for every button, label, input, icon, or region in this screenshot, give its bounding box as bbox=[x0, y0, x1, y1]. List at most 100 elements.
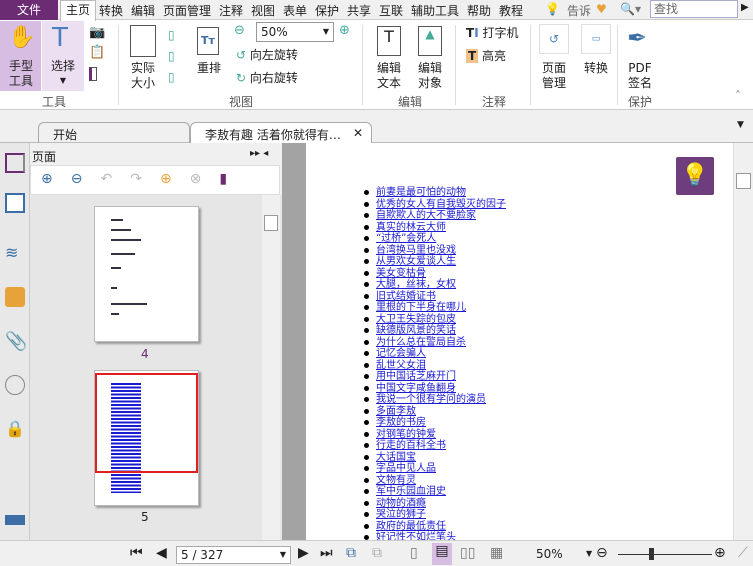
bookmark-icon[interactable] bbox=[89, 67, 97, 81]
rotate-right-button[interactable]: ↻ 向右旋转 bbox=[236, 69, 298, 86]
content-icon[interactable] bbox=[5, 515, 25, 525]
chapter-link[interactable]: 李敖的书房 bbox=[376, 417, 426, 428]
lightbulb-icon[interactable]: 💡 bbox=[545, 2, 560, 16]
zoom-slider-handle[interactable] bbox=[648, 548, 654, 560]
menu-3[interactable]: 注释 bbox=[219, 2, 243, 19]
next-page-button[interactable]: ▶ bbox=[298, 545, 309, 561]
actual-size-button[interactable]: 实际 大小 bbox=[126, 61, 160, 91]
zoom-out-button[interactable]: ⊖ bbox=[596, 545, 608, 561]
page-properties-icon[interactable]: ▮ bbox=[219, 171, 245, 187]
chapter-link[interactable]: 字品中见人品 bbox=[376, 463, 436, 474]
tab-home[interactable]: 主页 bbox=[60, 0, 96, 21]
insert-page-icon[interactable]: ⊕ bbox=[160, 171, 190, 187]
menu-2[interactable]: 页面管理 bbox=[163, 2, 211, 19]
snapshot-icon[interactable]: 📷 bbox=[89, 25, 105, 40]
chapter-link[interactable]: 从男欢女爱谈人生 bbox=[376, 256, 456, 267]
lightbulb-icon[interactable]: 💡 bbox=[676, 157, 714, 195]
collapse-ribbon-icon[interactable]: ˄ bbox=[735, 89, 741, 103]
continuous-facing-icon[interactable]: ▦ bbox=[490, 545, 503, 561]
comments-icon[interactable] bbox=[5, 287, 25, 307]
zoom-in-page-icon[interactable]: ⊕ bbox=[41, 171, 71, 187]
zoom-select[interactable]: 50% ▼ bbox=[256, 22, 334, 42]
actual-size-icon[interactable] bbox=[130, 25, 156, 57]
chapter-link[interactable]: “过桥”会死人 bbox=[376, 233, 436, 244]
last-page-button[interactable]: ⏭ bbox=[320, 545, 333, 561]
resize-grip-icon[interactable]: ⟋ bbox=[738, 545, 748, 561]
chapter-link[interactable]: 政府的最低责任 bbox=[376, 521, 446, 532]
rotate-page-left-icon[interactable]: ↶ bbox=[100, 171, 130, 187]
panel-options-icon[interactable]: ▸▸ ◂ bbox=[250, 148, 268, 159]
zoom-level[interactable]: 50% bbox=[536, 547, 563, 561]
fit-icons[interactable]: ▯ ▯ ▯ bbox=[168, 25, 175, 88]
chapter-link[interactable]: 美女变枯骨 bbox=[376, 268, 426, 279]
chapter-link[interactable]: 前妻是最可怕的动物 bbox=[376, 187, 466, 198]
delete-page-icon[interactable]: ⊗ bbox=[190, 171, 220, 187]
select-tool-button[interactable]: T 选择 ▼ bbox=[42, 21, 84, 91]
zoom-out-icon[interactable]: ⊖ bbox=[234, 23, 245, 38]
single-page-icon[interactable]: ▯ bbox=[410, 545, 418, 561]
highlight-button[interactable]: T 高亮 bbox=[466, 47, 506, 64]
chapter-link[interactable]: 用中国话芝麻开门 bbox=[376, 371, 456, 382]
tell-me[interactable]: 告诉 bbox=[567, 2, 591, 19]
document-scrollbar[interactable] bbox=[733, 143, 753, 540]
facing-page-icon[interactable]: ▯▯ bbox=[460, 545, 475, 561]
menu-1[interactable]: 编辑 bbox=[131, 2, 155, 19]
chapter-link[interactable]: 优秀的女人有自我毁灭的因子 bbox=[376, 199, 506, 210]
menu-9[interactable]: 辅助工具 bbox=[411, 2, 459, 19]
pages-icon[interactable] bbox=[5, 193, 25, 213]
zoom-dropdown-icon[interactable]: ▼ bbox=[586, 549, 592, 558]
reflow-button[interactable]: 重排 bbox=[194, 61, 224, 76]
rotate-left-button[interactable]: ↺ 向左旋转 bbox=[236, 46, 298, 63]
thumbnail-scrollbar[interactable] bbox=[262, 195, 280, 540]
page-thumbnail-selected[interactable] bbox=[94, 370, 199, 506]
clipboard-icon[interactable]: 📋 bbox=[89, 45, 105, 60]
menu-4[interactable]: 视图 bbox=[251, 2, 275, 19]
chapter-link[interactable]: 动物的酒瘾 bbox=[376, 498, 426, 509]
search-options-icon[interactable]: 🔍▾ bbox=[620, 2, 641, 16]
chapter-link[interactable]: 乱世父女泪 bbox=[376, 360, 426, 371]
chapter-link[interactable]: 行走的百科全书 bbox=[376, 440, 446, 451]
hand-tool-button[interactable]: ✋ 手型 工具 bbox=[0, 21, 41, 91]
chapter-link[interactable]: 缺德版风景的笑话 bbox=[376, 325, 456, 336]
chapter-link[interactable]: 真实的林云大师 bbox=[376, 222, 446, 233]
chapter-link[interactable]: 里根的下半身在哪儿 bbox=[376, 302, 466, 313]
chapter-link[interactable]: 哭泣的狮子 bbox=[376, 509, 426, 520]
menu-10[interactable]: 帮助 bbox=[467, 2, 491, 19]
menu-6[interactable]: 保护 bbox=[315, 2, 339, 19]
chapter-link[interactable]: 大话国宝 bbox=[376, 452, 416, 463]
attachment-icon[interactable]: 📎 bbox=[5, 331, 27, 352]
menu-0[interactable]: 转换 bbox=[99, 2, 123, 19]
heart-icon[interactable]: ♥ bbox=[596, 2, 607, 16]
tab-list-icon[interactable]: ▼ bbox=[737, 120, 744, 130]
edit-text-button[interactable]: 编辑 文本 bbox=[372, 61, 406, 91]
menu-11[interactable]: 教程 bbox=[499, 2, 523, 19]
menu-5[interactable]: 表单 bbox=[283, 2, 307, 19]
prev-page-button[interactable]: ◀ bbox=[156, 545, 167, 561]
file-menu[interactable]: 文件 bbox=[0, 0, 58, 20]
chapter-link[interactable]: 对钢笔的钟爱 bbox=[376, 429, 436, 440]
previous-view-icon[interactable]: ⧉ bbox=[346, 545, 356, 561]
search-input[interactable]: 查找 bbox=[650, 0, 738, 18]
pdf-sign-button[interactable]: PDF 签名 bbox=[622, 61, 658, 91]
zoom-in-button[interactable]: ⊕ bbox=[714, 545, 726, 561]
tab-document[interactable]: 李敖有趣 活着你就得有… ✕ bbox=[190, 122, 372, 144]
bookmarks-icon[interactable] bbox=[5, 153, 25, 173]
edit-object-button[interactable]: 编辑 对象 bbox=[410, 61, 450, 91]
chapter-link[interactable]: 为什么总在警局自杀 bbox=[376, 337, 466, 348]
chapter-link[interactable]: 我说一个很有学问的演员 bbox=[376, 394, 486, 405]
panel-divider[interactable] bbox=[282, 143, 306, 540]
zoom-in-icon[interactable]: ⊕ bbox=[339, 23, 350, 38]
continuous-page-icon[interactable]: ▤ bbox=[432, 543, 452, 565]
chapter-link[interactable]: 文物有灵 bbox=[376, 475, 416, 486]
convert-button[interactable]: 转换 bbox=[578, 61, 614, 76]
search-arrow-icon[interactable]: ▶ bbox=[741, 2, 749, 13]
next-view-icon[interactable]: ⧉ bbox=[372, 545, 382, 561]
zoom-slider[interactable] bbox=[618, 554, 712, 555]
tab-start[interactable]: 开始 bbox=[38, 122, 190, 144]
chapter-link[interactable]: 旧式结婚证书 bbox=[376, 291, 436, 302]
chapter-link[interactable]: 自欺欺人的大不要脸家 bbox=[376, 210, 476, 221]
typewriter-button[interactable]: TI 打字机 bbox=[466, 24, 519, 41]
chapter-link[interactable]: 大卫王失踪的包皮 bbox=[376, 314, 456, 325]
chapter-link[interactable]: 记忆会骗人 bbox=[376, 348, 426, 359]
rotate-page-right-icon[interactable]: ↷ bbox=[130, 171, 160, 187]
